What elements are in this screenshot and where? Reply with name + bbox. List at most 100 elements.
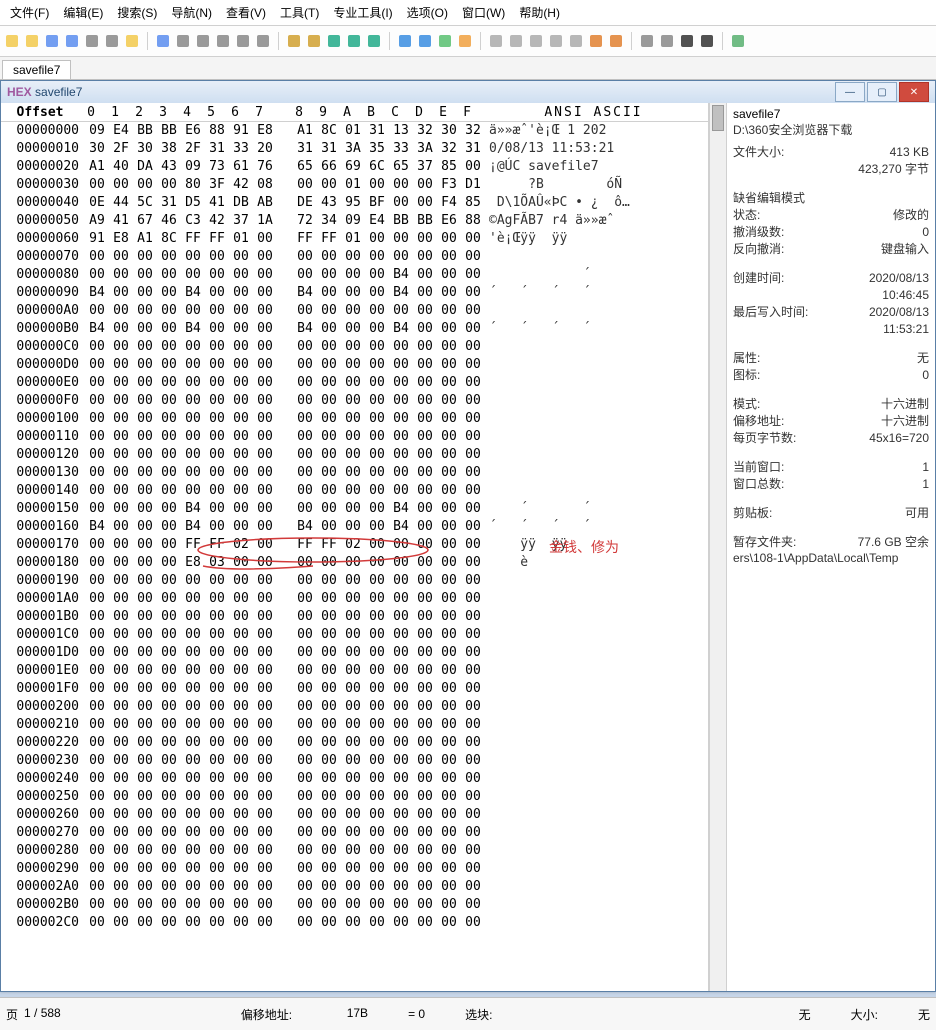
hex-byte[interactable]: 43: [157, 158, 181, 176]
hex-byte[interactable]: 00: [317, 446, 341, 464]
hex-byte[interactable]: 00: [341, 914, 365, 932]
hex-byte[interactable]: 00: [157, 554, 181, 572]
hex-byte[interactable]: 00: [341, 356, 365, 374]
hex-byte[interactable]: 00: [133, 716, 157, 734]
hex-byte[interactable]: 00: [109, 698, 133, 716]
hex-byte[interactable]: 20: [253, 140, 277, 158]
back-icon[interactable]: [437, 33, 453, 49]
hex-byte[interactable]: 00: [181, 392, 205, 410]
hex-byte[interactable]: 00: [413, 464, 437, 482]
hex-byte[interactable]: 00: [85, 788, 109, 806]
hex-byte[interactable]: 00: [253, 734, 277, 752]
hex-byte[interactable]: 00: [253, 446, 277, 464]
hex-byte[interactable]: 00: [461, 338, 485, 356]
hex-byte[interactable]: 00: [389, 572, 413, 590]
hex-byte[interactable]: DE: [293, 194, 317, 212]
hex-byte[interactable]: 00: [461, 752, 485, 770]
hex-byte[interactable]: 00: [133, 338, 157, 356]
hex-byte[interactable]: 00: [293, 248, 317, 266]
hex-byte[interactable]: 00: [293, 176, 317, 194]
menu-item[interactable]: 搜索(S): [111, 2, 163, 23]
hex-byte[interactable]: 00: [437, 284, 461, 302]
hex-byte[interactable]: 00: [461, 914, 485, 932]
hex-byte[interactable]: 00: [365, 320, 389, 338]
hex-byte[interactable]: 00: [341, 482, 365, 500]
hex-byte[interactable]: 00: [461, 266, 485, 284]
goto-end-icon[interactable]: [417, 33, 433, 49]
hex-byte[interactable]: 00: [133, 662, 157, 680]
hex-byte[interactable]: 00: [157, 806, 181, 824]
hex-byte[interactable]: 00: [437, 248, 461, 266]
hex-byte[interactable]: 01: [229, 230, 253, 248]
hex-row[interactable]: 000000400E445C31D541DBABDE4395BF0000F485…: [1, 194, 708, 212]
hex-byte[interactable]: 00: [157, 842, 181, 860]
hex-byte[interactable]: 00: [133, 860, 157, 878]
hex-byte[interactable]: 00: [85, 266, 109, 284]
hex-byte[interactable]: 00: [317, 518, 341, 536]
hex-byte[interactable]: 00: [413, 500, 437, 518]
hex-byte[interactable]: 3F: [205, 176, 229, 194]
hex-byte[interactable]: 00: [229, 896, 253, 914]
hex-byte[interactable]: 00: [341, 662, 365, 680]
hex-byte[interactable]: 00: [341, 446, 365, 464]
hex-byte[interactable]: 00: [461, 572, 485, 590]
hex-byte[interactable]: 00: [317, 176, 341, 194]
hex-row[interactable]: 000000B0B4000000B4000000B4000000B4000000…: [1, 320, 708, 338]
hex-byte[interactable]: 00: [365, 896, 389, 914]
clipboard-paste-icon[interactable]: [235, 33, 251, 49]
hex-byte[interactable]: 00: [109, 716, 133, 734]
hex-byte[interactable]: 00: [229, 284, 253, 302]
hex-byte[interactable]: 00: [365, 716, 389, 734]
hex-byte[interactable]: 00: [229, 590, 253, 608]
hex-byte[interactable]: 00: [341, 752, 365, 770]
hex-byte[interactable]: 42: [205, 212, 229, 230]
hex-byte[interactable]: B4: [85, 518, 109, 536]
hex-byte[interactable]: 00: [437, 842, 461, 860]
hex-byte[interactable]: 00: [181, 680, 205, 698]
hex-byte[interactable]: 00: [157, 428, 181, 446]
hex-byte[interactable]: 00: [389, 176, 413, 194]
hex-byte[interactable]: 65: [293, 158, 317, 176]
hex-byte[interactable]: 88: [461, 212, 485, 230]
hex-byte[interactable]: 00: [253, 266, 277, 284]
hex-byte[interactable]: 00: [365, 302, 389, 320]
hex-row[interactable]: 00000090B4000000B4000000B4000000B4000000…: [1, 284, 708, 302]
hex-row[interactable]: 0000011000000000000000000000000000000000: [1, 428, 708, 446]
hex-byte[interactable]: 00: [85, 716, 109, 734]
hex-byte[interactable]: 00: [157, 770, 181, 788]
hex-byte[interactable]: 00: [365, 590, 389, 608]
hex-byte[interactable]: 00: [389, 878, 413, 896]
hex-byte[interactable]: 76: [253, 158, 277, 176]
hex-byte[interactable]: 00: [317, 320, 341, 338]
hex-byte[interactable]: 00: [293, 914, 317, 932]
hex-byte[interactable]: 00: [133, 806, 157, 824]
hex-byte[interactable]: 00: [205, 860, 229, 878]
close-button[interactable]: ✕: [899, 82, 929, 102]
hex-byte[interactable]: 33: [389, 140, 413, 158]
hex-byte[interactable]: 00: [133, 356, 157, 374]
hex-byte[interactable]: 00: [109, 428, 133, 446]
hex-byte[interactable]: 00: [85, 446, 109, 464]
hex-byte[interactable]: 00: [317, 752, 341, 770]
hex-byte[interactable]: 00: [413, 248, 437, 266]
hex-byte[interactable]: 00: [341, 770, 365, 788]
hex-byte[interactable]: B4: [85, 320, 109, 338]
hex-byte[interactable]: 00: [341, 590, 365, 608]
hex-byte[interactable]: 00: [181, 824, 205, 842]
hex-row[interactable]: 00000010302F30382F31332031313A35333A3231…: [1, 140, 708, 158]
hex-byte[interactable]: 00: [461, 536, 485, 554]
hex-byte[interactable]: 00: [133, 248, 157, 266]
hex-byte[interactable]: 00: [413, 644, 437, 662]
hex-byte[interactable]: 00: [413, 554, 437, 572]
hex-byte[interactable]: 00: [389, 680, 413, 698]
hex-byte[interactable]: 00: [365, 644, 389, 662]
hex-byte[interactable]: 00: [109, 734, 133, 752]
hex-row[interactable]: 000001B000000000000000000000000000000000: [1, 608, 708, 626]
maximize-button[interactable]: ▢: [867, 82, 897, 102]
hex-byte[interactable]: 00: [461, 500, 485, 518]
hex-byte[interactable]: 00: [341, 896, 365, 914]
hex-byte[interactable]: 00: [85, 842, 109, 860]
hex-byte[interactable]: 00: [317, 644, 341, 662]
hex-row[interactable]: 00000160B4000000B4000000B4000000B4000000…: [1, 518, 708, 536]
hex-row[interactable]: 0000022000000000000000000000000000000000: [1, 734, 708, 752]
